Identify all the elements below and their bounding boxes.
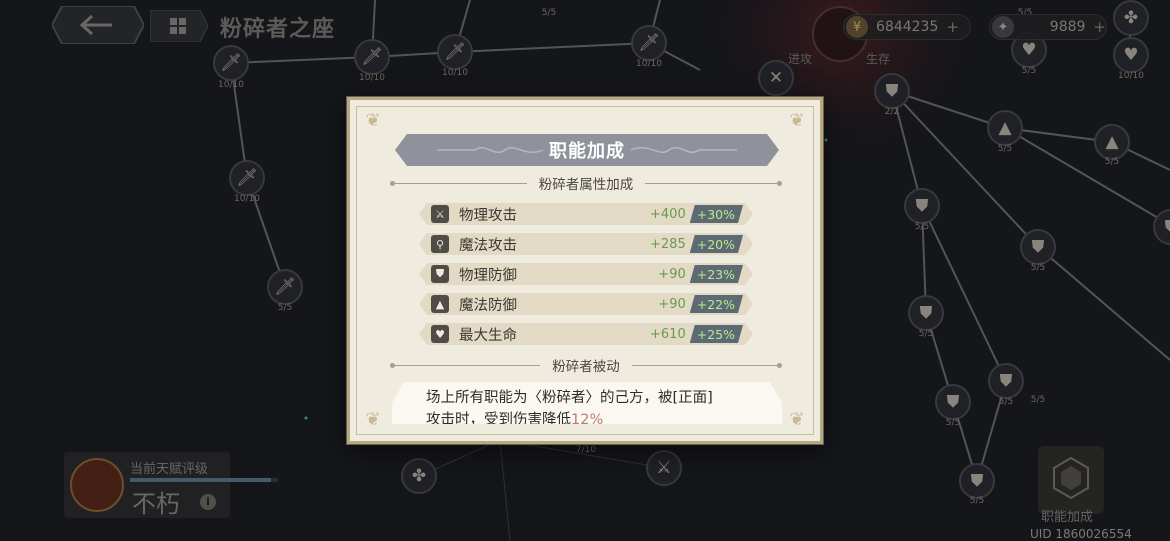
passive-section-header: 粉碎者被动: [390, 355, 783, 375]
stat-row-magic-defense: ▲ 魔法防御 +90 +22%: [419, 293, 753, 315]
passive-text-line2: 攻击时，受到伤害降低: [426, 412, 571, 424]
dialog-title-banner: 职能加成: [395, 134, 779, 166]
stat-row-max-hp: ♥ 最大生命 +610 +25%: [419, 323, 753, 345]
passive-text-line1: 场上所有职能为〈粉碎者〉的己方，被[正面]: [426, 390, 713, 406]
heart-icon: ♥: [431, 325, 449, 343]
stat-row-physical-defense: ⛊ 物理防御 +90 +23%: [419, 263, 753, 285]
corner-ornament-icon: ❦: [789, 110, 805, 131]
stat-row-physical-attack: ⚔ 物理攻击 +400 +30%: [419, 203, 753, 225]
corner-ornament-icon: ❦: [789, 409, 805, 430]
stat-value: +610: [650, 326, 686, 342]
stat-value: +285: [650, 236, 686, 252]
passive-description-box[interactable]: 场上所有职能为〈粉碎者〉的己方，被[正面] 攻击时，受到伤害降低12%: [392, 382, 782, 424]
stat-name: 魔法防御: [459, 297, 517, 314]
stat-row-magic-attack: ⚲ 魔法攻击 +285 +20%: [419, 233, 753, 255]
stat-percent: +22%: [690, 295, 743, 313]
stat-name: 魔法攻击: [459, 237, 517, 254]
dialog-title: 职能加成: [549, 141, 625, 162]
stat-name: 物理防御: [459, 267, 517, 284]
stat-percent: +23%: [690, 265, 743, 283]
wizard-hat-icon: ▲: [431, 295, 449, 313]
corner-ornament-icon: ❦: [365, 110, 381, 131]
sword-icon: ⚔: [431, 205, 449, 223]
stat-percent: +20%: [690, 235, 743, 253]
magic-wand-icon: ⚲: [431, 235, 449, 253]
stat-name: 物理攻击: [459, 207, 517, 224]
banner-ornament-icon: [629, 142, 739, 158]
banner-ornament-icon: [435, 142, 545, 158]
stat-name: 最大生命: [459, 327, 517, 344]
attribute-section-header: 粉碎者属性加成: [390, 173, 782, 193]
class-bonus-dialog: ❦ ❦ ❦ ❦ 职能加成 粉碎者属性加成 ⚔ 物理攻击 +400 +30% ⚲ …: [347, 97, 823, 444]
attribute-section-title: 粉碎者属性加成: [538, 177, 634, 193]
stat-value: +400: [650, 206, 686, 222]
stat-percent: +30%: [690, 205, 743, 223]
stat-value: +90: [658, 296, 686, 312]
passive-highlight-value: 12%: [571, 412, 604, 424]
stat-value: +90: [658, 266, 686, 282]
stat-percent: +25%: [690, 325, 743, 343]
passive-section-title: 粉碎者被动: [552, 359, 620, 375]
shield-icon: ⛊: [431, 265, 449, 283]
corner-ornament-icon: ❦: [365, 409, 381, 430]
passive-description: 场上所有职能为〈粉碎者〉的己方，被[正面] 攻击时，受到伤害降低12%: [426, 387, 756, 424]
